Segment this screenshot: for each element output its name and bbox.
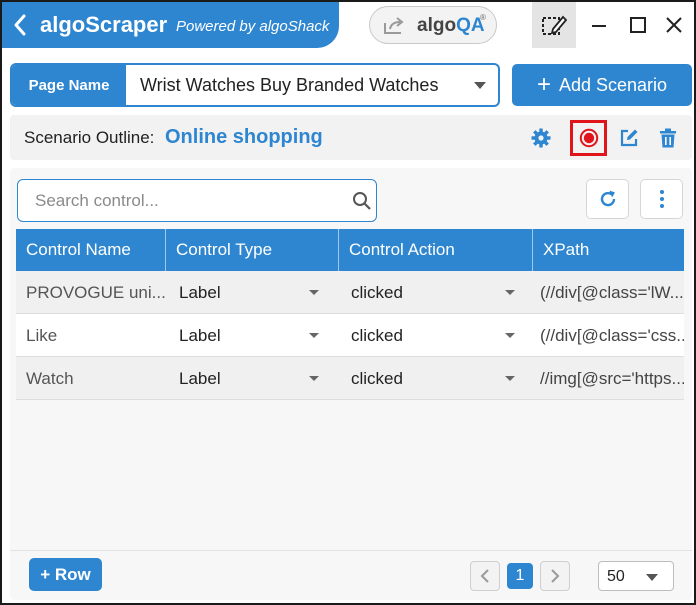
minimize-button[interactable] xyxy=(584,10,614,40)
add-scenario-button[interactable]: + Add Scenario xyxy=(512,64,692,106)
chevron-down-icon[interactable] xyxy=(505,290,515,295)
chevron-down-icon xyxy=(474,82,486,89)
app-subtitle: Powered by algoShack xyxy=(176,18,330,35)
select-area-icon xyxy=(542,15,567,35)
cell-control-action[interactable]: clicked xyxy=(351,314,521,357)
chevron-down-icon[interactable] xyxy=(505,333,515,338)
page-name-value: Wrist Watches Buy Branded Watches xyxy=(140,75,439,95)
cell-control-name[interactable]: Like xyxy=(26,314,166,357)
algoqa-label: algoQA xyxy=(417,16,485,36)
app-window: algoScraper Powered by algoShack algoQA … xyxy=(0,0,696,605)
chevron-left-icon xyxy=(14,14,26,36)
column-header-control-name[interactable]: Control Name xyxy=(16,229,166,271)
table-footer: + Row 1 50 xyxy=(10,550,692,600)
select-area-button[interactable] xyxy=(532,2,576,48)
cell-control-action[interactable]: clicked xyxy=(351,271,521,314)
search-placeholder: Search control... xyxy=(35,191,159,210)
add-scenario-label: Add Scenario xyxy=(558,74,668,95)
search-input[interactable]: Search control... xyxy=(17,179,377,222)
current-page[interactable]: 1 xyxy=(507,563,533,589)
table-row[interactable]: PROVOGUE uni... Label clicked (//div[@cl… xyxy=(16,271,684,314)
table-header: Control Name Control Type Control Action… xyxy=(16,229,684,271)
scenario-settings-button[interactable] xyxy=(530,127,552,149)
plus-icon: + xyxy=(536,71,551,98)
chevron-down-icon[interactable] xyxy=(309,290,319,295)
refresh-icon xyxy=(600,190,615,207)
refresh-button[interactable] xyxy=(586,179,629,219)
cell-xpath[interactable]: //img[@src='https... xyxy=(540,357,684,400)
kebab-dot xyxy=(659,197,664,201)
close-button[interactable] xyxy=(659,10,689,40)
registered-mark: ® xyxy=(480,13,486,22)
edit-icon xyxy=(620,129,638,147)
next-page-button[interactable] xyxy=(540,561,570,591)
table-row[interactable]: Watch Label clicked //img[@src='https... xyxy=(16,357,684,400)
table-row[interactable]: Like Label clicked (//div[@class='css... xyxy=(16,314,684,357)
cell-control-type[interactable]: Label xyxy=(179,357,309,400)
maximize-button[interactable] xyxy=(623,10,653,40)
record-button[interactable] xyxy=(573,123,604,153)
cell-control-name[interactable]: Watch xyxy=(26,357,166,400)
controls-table: Control Name Control Type Control Action… xyxy=(16,229,684,402)
chevron-down-icon[interactable] xyxy=(505,376,515,381)
back-button[interactable] xyxy=(8,11,32,39)
gear-icon xyxy=(531,128,551,148)
search-icon xyxy=(353,192,371,210)
algoqa-export-button[interactable]: algoQA ® xyxy=(369,6,497,44)
record-icon xyxy=(579,128,598,148)
chevron-right-icon xyxy=(551,569,560,583)
column-header-xpath[interactable]: XPath xyxy=(533,229,684,271)
page-size-select[interactable]: 50 xyxy=(598,561,674,591)
controls-panel: Search control... Control Name Control T… xyxy=(10,168,692,600)
kebab-dot xyxy=(659,190,664,194)
trash-icon xyxy=(660,128,676,148)
kebab-dot xyxy=(659,204,664,208)
column-header-control-action[interactable]: Control Action xyxy=(339,229,533,271)
more-options-button[interactable] xyxy=(640,179,683,219)
edit-scenario-button[interactable] xyxy=(618,127,640,149)
cell-control-type[interactable]: Label xyxy=(179,314,309,357)
app-title: algoScraper xyxy=(40,12,168,37)
add-row-button[interactable]: + Row xyxy=(29,558,102,591)
scenario-bar: Scenario Outline: Online shopping xyxy=(10,115,692,160)
delete-scenario-button[interactable] xyxy=(657,126,679,150)
cell-control-name[interactable]: PROVOGUE uni... xyxy=(26,271,166,314)
share-icon xyxy=(384,17,404,34)
column-header-control-type[interactable]: Control Type xyxy=(166,229,339,271)
page-size-value: 50 xyxy=(607,568,625,585)
close-icon xyxy=(666,17,682,33)
chevron-left-icon xyxy=(480,569,489,583)
cell-control-type[interactable]: Label xyxy=(179,271,309,314)
algoqa-label-algo: algo xyxy=(417,15,457,36)
cell-control-action[interactable]: clicked xyxy=(351,357,521,400)
chevron-down-icon[interactable] xyxy=(309,376,319,381)
page-name-label: Page Name xyxy=(12,65,126,105)
title-banner: algoScraper Powered by algoShack xyxy=(2,2,339,48)
prev-page-button[interactable] xyxy=(470,561,500,591)
page-name-select[interactable]: Page Name Wrist Watches Buy Branded Watc… xyxy=(10,63,500,107)
chevron-down-icon xyxy=(646,574,658,581)
cell-xpath[interactable]: (//div[@class='lW... xyxy=(540,271,684,314)
cell-xpath[interactable]: (//div[@class='css... xyxy=(540,314,684,357)
scenario-outline-label: Scenario Outline: xyxy=(24,128,155,147)
chevron-down-icon[interactable] xyxy=(309,333,319,338)
title-bar: algoScraper Powered by algoShack algoQA … xyxy=(2,2,694,48)
maximize-icon xyxy=(630,17,646,33)
minimize-icon xyxy=(592,25,606,27)
scenario-name[interactable]: Online shopping xyxy=(165,125,323,149)
